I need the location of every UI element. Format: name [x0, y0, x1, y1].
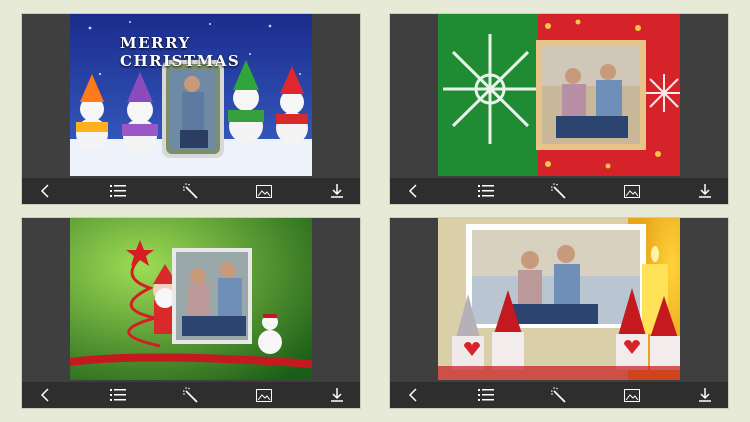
toolbar	[390, 178, 728, 204]
toolbar	[22, 382, 360, 408]
frame-card-snowflakes[interactable]	[390, 14, 728, 204]
image-icon[interactable]	[621, 181, 643, 201]
frame-preview-santa-tree[interactable]	[70, 218, 312, 380]
image-icon[interactable]	[253, 385, 275, 405]
frame-card-snowmen[interactable]: MERRY CHRISTMAS	[22, 14, 360, 204]
magic-wand-icon[interactable]	[548, 385, 570, 405]
merry-christmas-title: MERRY CHRISTMAS	[120, 34, 241, 70]
download-icon[interactable]	[326, 181, 348, 201]
list-icon[interactable]	[107, 181, 129, 201]
image-icon[interactable]	[621, 385, 643, 405]
toolbar	[22, 178, 360, 204]
frame-preview-snowmen[interactable]: MERRY CHRISTMAS	[70, 14, 312, 176]
back-icon[interactable]	[34, 181, 56, 201]
list-icon[interactable]	[107, 385, 129, 405]
frame-card-gnomes-candle[interactable]	[390, 218, 728, 408]
toolbar	[390, 382, 728, 408]
magic-wand-icon[interactable]	[180, 385, 202, 405]
frame-preview-snowflakes[interactable]	[438, 14, 680, 176]
frame-preview-gnomes-candle[interactable]	[438, 218, 680, 380]
magic-wand-icon[interactable]	[548, 181, 570, 201]
back-icon[interactable]	[402, 181, 424, 201]
list-icon[interactable]	[475, 385, 497, 405]
download-icon[interactable]	[694, 181, 716, 201]
frame-card-santa-tree[interactable]	[22, 218, 360, 408]
image-icon[interactable]	[253, 181, 275, 201]
download-icon[interactable]	[326, 385, 348, 405]
back-icon[interactable]	[34, 385, 56, 405]
list-icon[interactable]	[475, 181, 497, 201]
download-icon[interactable]	[694, 385, 716, 405]
magic-wand-icon[interactable]	[180, 181, 202, 201]
back-icon[interactable]	[402, 385, 424, 405]
